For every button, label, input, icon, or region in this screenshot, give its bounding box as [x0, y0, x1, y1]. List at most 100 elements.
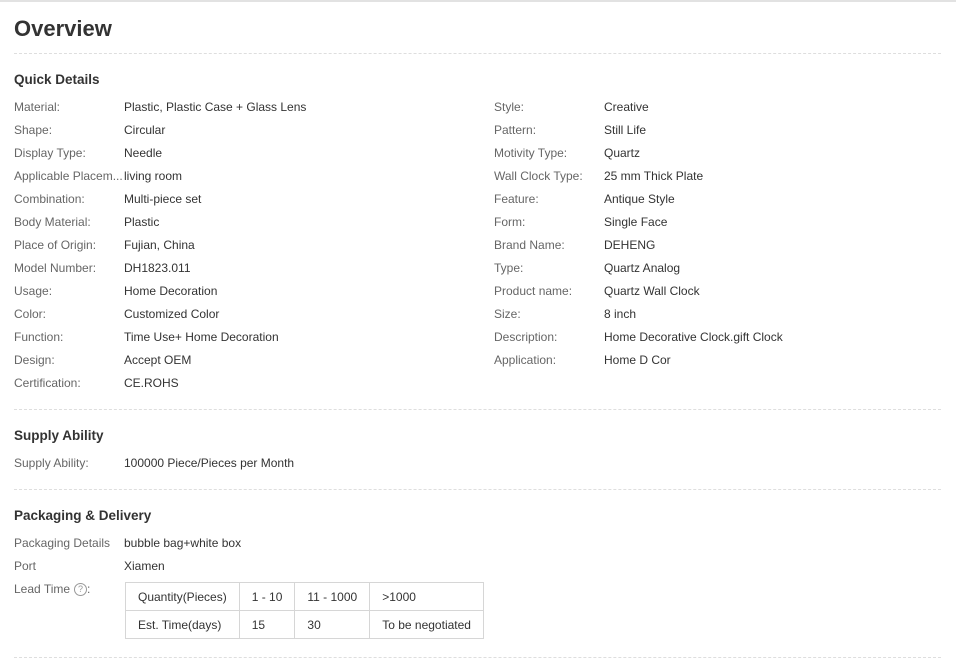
detail-label: Size: [494, 307, 521, 321]
detail-value: Plastic [124, 215, 160, 229]
divider [14, 53, 941, 54]
port-label: Port [14, 559, 37, 573]
detail-label: Brand Name: [494, 238, 565, 252]
detail-label: Usage: [14, 284, 53, 298]
detail-value: DEHENG [604, 238, 656, 252]
detail-value: Multi-piece set [124, 192, 202, 206]
detail-row: Model Number: DH1823.011 [14, 260, 306, 283]
packaging-details-row: Packaging Details bubble bag+white box [14, 535, 241, 551]
detail-label: Type: [494, 261, 524, 275]
detail-row: Style: Creative [494, 99, 783, 122]
lead-table-cell: Quantity(Pieces) [125, 582, 240, 611]
detail-value: living room [124, 169, 183, 183]
detail-row: Color: Customized Color [14, 306, 306, 329]
detail-label: Place of Origin: [14, 238, 97, 252]
detail-row: Place of Origin: Fujian, China [14, 237, 306, 260]
lead-time-label: Lead Time [14, 582, 71, 596]
detail-row: Design: Accept OEM [14, 352, 306, 375]
supply-ability-label: Supply Ability: [14, 456, 89, 470]
lead-table-row: Est. Time(days) 15 30 To be negotiated [125, 610, 484, 639]
detail-label: Feature: [494, 192, 539, 206]
detail-value: 25 mm Thick Plate [604, 169, 704, 183]
detail-value: Still Life [604, 123, 647, 137]
detail-row: Type: Quartz Analog [494, 260, 783, 283]
lead-table-cell: Est. Time(days) [125, 610, 240, 639]
detail-value: Circular [124, 123, 166, 137]
detail-label: Body Material: [14, 215, 91, 229]
packaging-details-value: bubble bag+white box [124, 536, 242, 550]
supply-ability-heading: Supply Ability [14, 428, 104, 443]
quick-details-heading: Quick Details [14, 72, 100, 87]
page-title: Overview [14, 16, 112, 41]
detail-value: Single Face [604, 215, 668, 229]
detail-row: Description: Home Decorative Clock.gift C… [494, 329, 783, 352]
detail-label: Function: [14, 330, 64, 344]
detail-row: Feature: Antique Style [494, 191, 783, 214]
detail-label: Combination: [14, 192, 85, 206]
detail-value: Home D Cor [604, 353, 671, 367]
detail-label: Application: [494, 353, 557, 367]
detail-label: Design: [14, 353, 55, 367]
detail-label: Certification: [14, 376, 81, 390]
detail-value: Creative [604, 100, 649, 114]
detail-row: Motivity Type: Quartz [494, 145, 783, 168]
packaging-details-label: Packaging Details [14, 536, 111, 550]
detail-row: Form: Single Face [494, 214, 783, 237]
divider [14, 657, 941, 658]
detail-row: Applicable Placem... living room [14, 168, 306, 191]
detail-label: Product name: [494, 284, 573, 298]
lead-table-row: Quantity(Pieces) 1 - 10 11 - 1000 >1000 [125, 582, 484, 611]
detail-row: Material: Plastic, Plastic Case + Glass L… [14, 99, 306, 122]
divider [14, 489, 941, 490]
detail-label: Pattern: [494, 123, 537, 137]
detail-value: Home Decorative Clock.gift Clock [604, 330, 783, 344]
detail-value: Antique Style [604, 192, 675, 206]
detail-label: Applicable Placem... [14, 169, 123, 183]
detail-row: Product name: Quartz Wall Clock [494, 283, 783, 306]
detail-label: Model Number: [14, 261, 97, 275]
detail-label: Form: [494, 215, 526, 229]
lead-table-cell: 1 - 10 [238, 582, 296, 611]
detail-row: Application: Home D Cor [494, 352, 783, 375]
detail-label: Color: [14, 307, 47, 321]
detail-value: Fujian, China [124, 238, 195, 252]
quick-details-right-column: Style: Creative Pattern: Still Life Motivity… [494, 99, 783, 375]
packaging-heading: Packaging & Delivery [14, 508, 152, 523]
quick-details-left-column: Material: Plastic, Plastic Case + Glass L… [14, 99, 306, 398]
lead-time-label-group: Lead Time ? : [14, 582, 91, 596]
detail-value: Quartz Wall Clock [604, 284, 700, 298]
detail-label: Style: [494, 100, 525, 114]
detail-row: Combination: Multi-piece set [14, 191, 306, 214]
lead-table-cell: 30 [294, 610, 371, 639]
detail-label: Wall Clock Type: [494, 169, 583, 183]
lead-table-cell: 11 - 1000 [294, 582, 371, 611]
detail-row: Body Material: Plastic [14, 214, 306, 237]
detail-row: Function: Time Use+ Home Decoration [14, 329, 306, 352]
detail-value: Time Use+ Home Decoration [124, 330, 279, 344]
supply-ability-value: 100000 Piece/Pieces per Month [124, 456, 295, 470]
detail-row: Shape: Circular [14, 122, 306, 145]
lead-table-cell: To be negotiated [369, 610, 484, 639]
detail-value: 8 inch [604, 307, 637, 321]
detail-value: Needle [124, 146, 163, 160]
lead-table-cell: >1000 [369, 582, 484, 611]
detail-value: Customized Color [124, 307, 220, 321]
question-circle-icon[interactable]: ? [74, 582, 88, 596]
detail-label: Shape: [14, 123, 53, 137]
detail-row: Certification: CE.ROHS [14, 375, 306, 398]
port-value: Xiamen [124, 559, 165, 573]
detail-row: Size: 8 inch [494, 306, 783, 329]
detail-value: Plastic, Plastic Case + Glass Lens [124, 100, 307, 114]
port-row: Port Xiamen [14, 558, 165, 574]
detail-value: Home Decoration [124, 284, 218, 298]
detail-value: Quartz Analog [604, 261, 681, 275]
detail-label: Description: [494, 330, 558, 344]
detail-row: Brand Name: DEHENG [494, 237, 783, 260]
detail-value: CE.ROHS [124, 376, 179, 390]
detail-row: Pattern: Still Life [494, 122, 783, 145]
detail-value: Quartz [604, 146, 641, 160]
detail-value: DH1823.011 [124, 261, 191, 275]
lead-table-cell: 15 [238, 610, 296, 639]
detail-label: Motivity Type: [494, 146, 568, 160]
detail-row: Wall Clock Type: 25 mm Thick Plate [494, 168, 783, 191]
